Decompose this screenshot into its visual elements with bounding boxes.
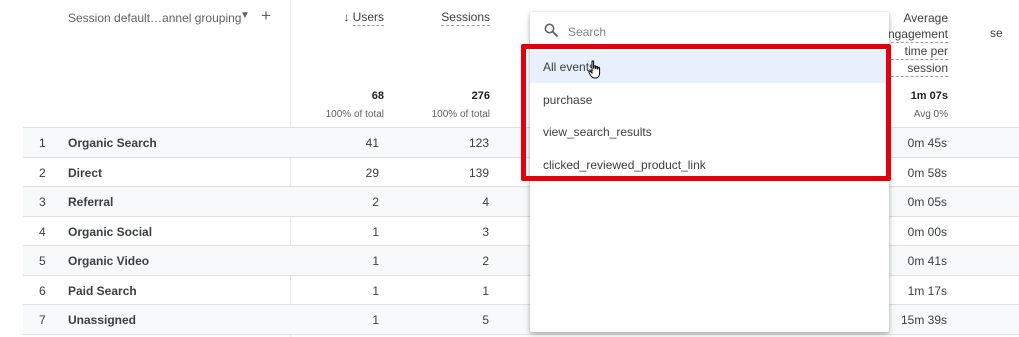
- users-column-header[interactable]: ↓ Users: [343, 10, 384, 26]
- users-value: 29: [365, 166, 379, 180]
- users-value: 41: [365, 136, 379, 150]
- sessions-column-header[interactable]: Sessions: [441, 10, 490, 26]
- sessions-value: 139: [468, 166, 489, 180]
- users-value: 1: [372, 313, 379, 327]
- avg-total-sub: Avg 0%: [913, 109, 948, 120]
- sessions-value: 4: [482, 195, 489, 209]
- row-index: 6: [39, 284, 46, 298]
- row-index: 2: [39, 166, 46, 180]
- avg-time-value: 0m 45s: [907, 136, 947, 150]
- sessions-value: 3: [482, 225, 489, 239]
- channel-name: Organic Search: [68, 136, 157, 150]
- sort-down-arrow-icon: ↓: [343, 10, 350, 24]
- row-index: 7: [39, 313, 46, 327]
- avg-total: 1m 07s: [910, 90, 948, 102]
- avg-time-value: 1m 17s: [907, 284, 947, 298]
- sessions-total: 276: [471, 90, 490, 102]
- channel-name: Organic Social: [68, 225, 153, 239]
- sessions-value: 2: [482, 254, 489, 268]
- row-index: 1: [39, 136, 46, 150]
- sessions-value: 1: [482, 284, 489, 298]
- clipped-column-header[interactable]: se: [990, 26, 1003, 40]
- users-header-label: Users: [352, 10, 384, 26]
- avg-header-line-2: engagement: [881, 27, 948, 43]
- row-index: 3: [39, 195, 46, 209]
- highlight-box: [521, 44, 891, 181]
- channel-name: Referral: [68, 195, 114, 209]
- sessions-value: 5: [482, 313, 489, 327]
- avg-time-value: 15m 39s: [900, 313, 947, 327]
- dimension-label: Session default…annel grouping: [68, 11, 242, 25]
- sessions-value: 123: [468, 136, 489, 150]
- row-index: 4: [39, 225, 46, 239]
- dimension-dropdown-icon[interactable]: ▼: [240, 10, 250, 21]
- channel-name: Unassigned: [68, 313, 137, 327]
- avg-time-value: 0m 00s: [907, 225, 947, 239]
- channel-name: Organic Video: [68, 254, 150, 268]
- row-index: 5: [39, 254, 46, 268]
- avg-header-line-1: Average: [903, 11, 948, 25]
- hand-cursor-icon: [588, 60, 601, 79]
- users-value: 1: [372, 225, 379, 239]
- channel-name: Direct: [68, 166, 103, 180]
- users-value: 1: [372, 284, 379, 298]
- users-value: 1: [372, 254, 379, 268]
- sessions-header-label: Sessions: [441, 10, 490, 26]
- users-total-sub: 100% of total: [325, 109, 384, 120]
- users-total: 68: [371, 90, 384, 102]
- avg-time-value: 0m 58s: [907, 166, 947, 180]
- channel-name: Paid Search: [68, 284, 137, 298]
- avg-time-value: 0m 05s: [907, 195, 947, 209]
- avg-header-line-3: time per: [881, 43, 948, 60]
- sessions-total-sub: 100% of total: [431, 109, 490, 120]
- users-value: 2: [372, 195, 379, 209]
- search-input[interactable]: [566, 21, 870, 43]
- avg-time-value: 0m 41s: [907, 254, 947, 268]
- search-icon: [544, 23, 558, 37]
- avg-engagement-column-header[interactable]: Average engagement time per session: [881, 10, 948, 77]
- avg-header-line-4: session: [881, 60, 948, 77]
- add-dimension-icon[interactable]: +: [261, 6, 271, 26]
